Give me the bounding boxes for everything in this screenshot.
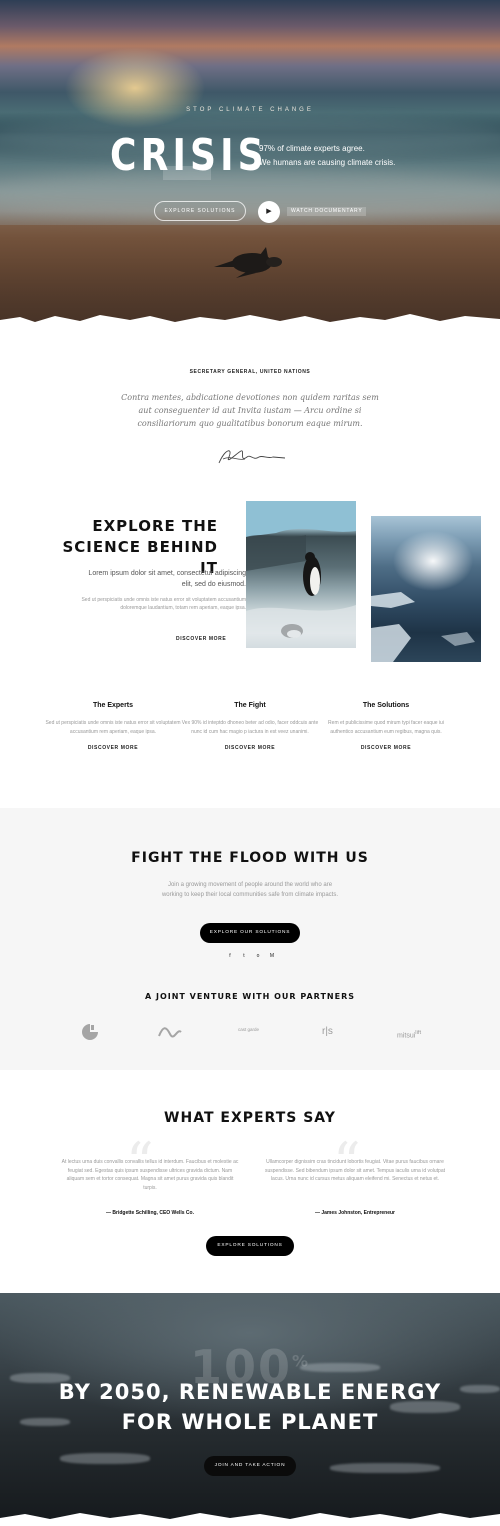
testimonial-text: Ullamcorper dignissim cras tincidunt lob… xyxy=(265,1159,446,1182)
flood-title: FIGHT THE FLOOD WITH US xyxy=(131,850,369,866)
watch-documentary-link[interactable]: WATCH DOCUMENTARY xyxy=(287,207,367,216)
partner-logo: mitsuilift xyxy=(397,1030,429,1050)
experts-title: WHAT EXPERTS SAY xyxy=(164,1110,336,1126)
facebook-icon[interactable]: f xyxy=(226,952,234,960)
column-title: The Solutions xyxy=(362,702,410,709)
partner-logo xyxy=(158,1027,182,1038)
feature-column: The Fight Vex 90% id inteptdo dhoneo bet… xyxy=(180,702,320,751)
science-text: Sed ut perspiciatis unde omnis iste natu… xyxy=(81,597,246,611)
column-title: The Fight xyxy=(234,702,266,709)
hero-subtitle-line: We humans are causing climate crisis. xyxy=(259,158,396,167)
join-action-button[interactable]: JOIN AND TAKE ACTION xyxy=(204,1456,296,1476)
hero-title: CRISIS xyxy=(110,130,268,181)
partner-logo: r|s xyxy=(322,1026,333,1037)
column-text: Vex 90% id inteptdo dhoneo beter ad odio… xyxy=(181,720,319,735)
hero-subtitle-line: 97% of climate experts agree. xyxy=(259,144,365,153)
penguins-photo xyxy=(246,501,356,648)
torn-edge xyxy=(0,1055,500,1068)
discover-more-link[interactable]: DISCOVER MORE xyxy=(316,745,456,751)
testimonial-author: — James Johnston, Entrepreneur xyxy=(314,1210,396,1216)
flood-text: Join a growing movement of people around… xyxy=(161,882,339,898)
discover-more-link[interactable]: DISCOVER MORE xyxy=(176,636,226,642)
hero-subtitle: 97% of climate experts agree. We humans … xyxy=(259,142,395,170)
partner-logo: cast garde xyxy=(238,1027,260,1032)
renewable-title: BY 2050, RENEWABLE ENERGY FOR WHOLE PLAN… xyxy=(0,1377,500,1437)
renewable-title-line: FOR WHOLE PLANET xyxy=(121,1410,379,1434)
instagram-icon[interactable]: o xyxy=(254,952,262,960)
feature-column: The Solutions Rem et publicissime quod m… xyxy=(316,702,456,751)
partner-logo xyxy=(82,1024,98,1040)
hero-section: STOP CLIMATE CHANGE CRISIS 97% of climat… xyxy=(0,0,500,330)
social-links: f t o M xyxy=(226,952,276,960)
testimonial-author: — Bridgette Schilling, CEO Wells Co. xyxy=(106,1210,194,1216)
turtle-image xyxy=(214,247,282,278)
partner-logo-sup: lift xyxy=(415,1030,422,1036)
ice-floe xyxy=(60,1453,150,1464)
discover-more-link[interactable]: DISCOVER MORE xyxy=(180,745,320,751)
column-text: Rem et publicissime quod mirum typi face… xyxy=(328,720,444,735)
torn-edge xyxy=(0,1513,500,1526)
feature-column: The Experts Sed ut perspiciatis unde omn… xyxy=(43,702,183,751)
explore-our-solutions-button[interactable]: EXPLORE OUR SOLUTIONS xyxy=(200,923,300,943)
play-icon[interactable]: ▶ xyxy=(258,201,280,223)
quote-text: Contra mentes, abdicatione devotiones no… xyxy=(121,393,379,428)
discover-more-link[interactable]: DISCOVER MORE xyxy=(43,745,183,751)
explore-solutions-button[interactable]: EXPLORE SOLUTIONS xyxy=(206,1236,294,1256)
ice-floe xyxy=(330,1463,440,1473)
partner-logo-text: mitsui xyxy=(397,1032,416,1040)
signature-image xyxy=(218,450,286,464)
torn-edge xyxy=(0,314,500,330)
partners-title: A JOINT VENTURE WITH OUR PARTNERS xyxy=(144,992,356,1001)
renewable-title-line: BY 2050, RENEWABLE ENERGY xyxy=(58,1380,442,1404)
twitter-icon[interactable]: t xyxy=(240,952,248,960)
quote-eyebrow: SECRETARY GENERAL, UNITED NATIONS xyxy=(189,369,311,375)
column-text: Sed ut perspiciatis unde omnis iste natu… xyxy=(45,720,181,735)
science-title-line: EXPLORE THE xyxy=(92,517,218,535)
big-unit: % xyxy=(292,1351,311,1371)
medium-icon[interactable]: M xyxy=(268,952,276,960)
testimonial-text: At lectus urna duis convallis convallis … xyxy=(61,1159,239,1191)
science-lead: Lorem ipsum dolor sit amet, consectetur … xyxy=(88,570,246,588)
column-title: The Experts xyxy=(92,702,134,709)
hero-eyebrow: STOP CLIMATE CHANGE xyxy=(186,107,314,113)
explore-solutions-button[interactable]: EXPLORE SOLUTIONS xyxy=(154,201,246,221)
ocean-ice-photo xyxy=(371,516,481,662)
